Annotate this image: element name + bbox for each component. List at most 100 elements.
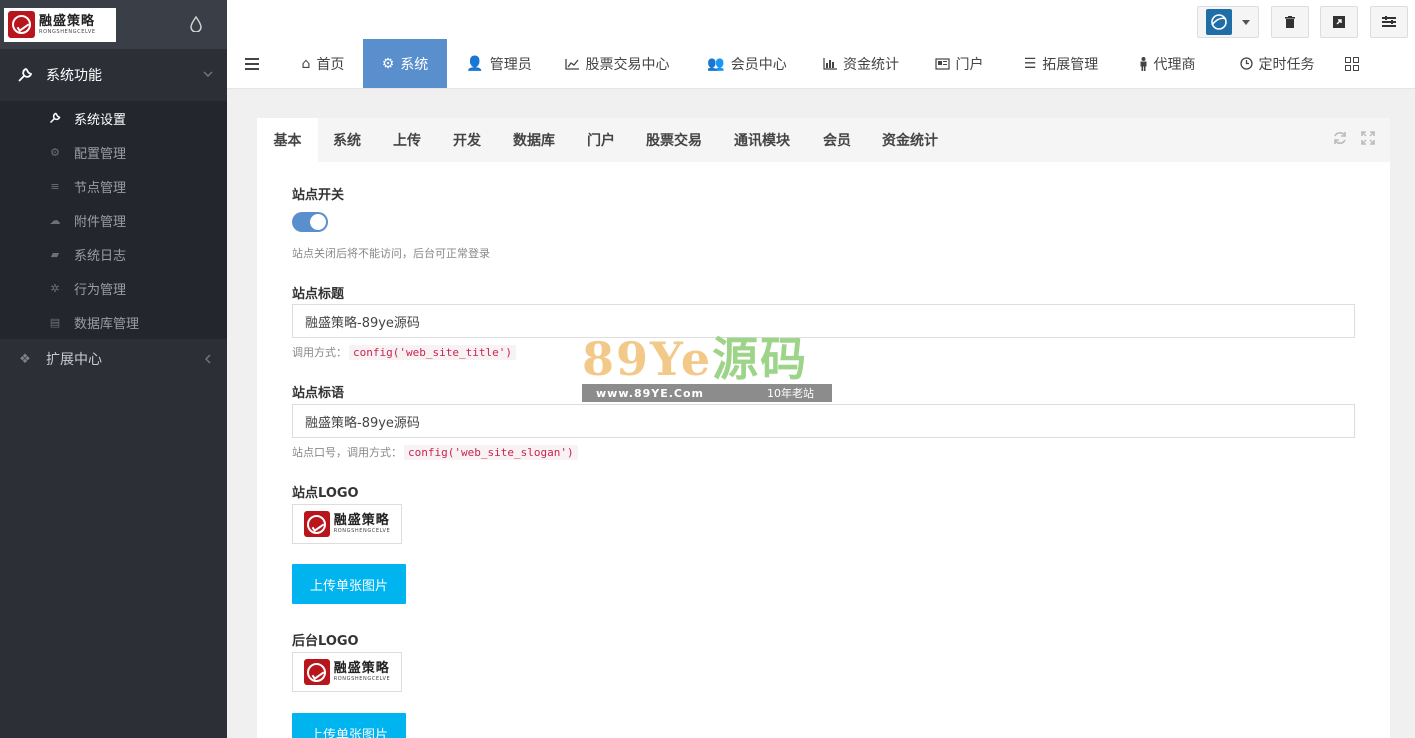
- admin-logo-label: 后台LOGO: [292, 634, 359, 649]
- wrench-icon: [16, 66, 34, 84]
- sidebar-item-actions[interactable]: ✲ 行为管理: [0, 271, 227, 305]
- sidebar-item-config[interactable]: ⚙ 配置管理: [0, 135, 227, 169]
- site-slogan-value: 融盛策略-89ye源码: [305, 415, 420, 431]
- sliders-icon: [1382, 16, 1396, 27]
- nav-label: 代理商: [1153, 56, 1196, 73]
- tab-label: 股票交易: [646, 133, 702, 149]
- tab-label: 会员: [823, 133, 851, 149]
- sidebar-item-attachments[interactable]: ☁ 附件管理: [0, 203, 227, 237]
- logo-text-cn: 融盛策略: [39, 13, 96, 29]
- tab-label: 系统: [333, 133, 361, 149]
- tab-database[interactable]: 数据库: [498, 118, 570, 162]
- user-menu-button[interactable]: [1197, 6, 1259, 38]
- nav-more-button[interactable]: [1337, 39, 1367, 88]
- nav-fund-stats[interactable]: 资金统计: [811, 39, 911, 88]
- tab-label: 上传: [393, 133, 421, 149]
- logo-mark-icon: [303, 511, 330, 537]
- site-title-input[interactable]: 融盛策略-89ye源码: [292, 304, 1355, 338]
- open-frontend-button[interactable]: [1320, 6, 1358, 38]
- sidebar-item-label: 附件管理: [74, 214, 127, 230]
- sidebar-section-label: 扩展中心: [46, 352, 102, 368]
- nav-label: 门户: [955, 56, 984, 73]
- nav-label: 定时任务: [1258, 56, 1315, 73]
- nav-admins[interactable]: 👤 管理员: [457, 39, 541, 88]
- site-title-value: 融盛策略-89ye源码: [305, 315, 420, 331]
- tab-messaging[interactable]: 通讯模块: [720, 118, 804, 162]
- watermark-tag: 10年老站: [767, 387, 814, 400]
- home-icon: ⌂: [301, 55, 311, 72]
- top-bar: [227, 0, 1415, 39]
- app-logo[interactable]: 融盛策略 RONGSHENGCELVE: [4, 7, 116, 42]
- site-switch-label: 站点开关: [292, 188, 345, 203]
- tab-upload[interactable]: 上传: [378, 118, 436, 162]
- refresh-icon[interactable]: [1332, 130, 1348, 146]
- menu-icon: [245, 57, 259, 70]
- tab-label: 门户: [587, 133, 615, 149]
- site-slogan-input[interactable]: 融盛策略-89ye源码: [292, 404, 1355, 438]
- logo-mark-icon: [8, 11, 35, 38]
- logo-text-en: RONGSHENGCELVE: [39, 28, 96, 35]
- theme-drop-icon[interactable]: [190, 16, 202, 32]
- line-chart-icon: [564, 58, 580, 70]
- sidebar-item-logs[interactable]: ▰ 系统日志: [0, 237, 227, 271]
- tab-fund-stats[interactable]: 资金统计: [868, 118, 952, 162]
- sidebar-toggle-button[interactable]: [237, 39, 267, 88]
- caret-down-icon: [1242, 19, 1250, 25]
- site-title-code: config('web_site_title'): [349, 345, 516, 360]
- clock-icon: [1239, 57, 1253, 70]
- tab-portal[interactable]: 门户: [572, 118, 630, 162]
- chevron-left-icon: [205, 354, 211, 364]
- nav-system[interactable]: ⚙ 系统: [363, 39, 447, 88]
- tab-develop[interactable]: 开发: [438, 118, 496, 162]
- site-switch-toggle[interactable]: [292, 212, 328, 232]
- nav-members[interactable]: 👥 会员中心: [697, 39, 797, 88]
- upload-admin-logo-button[interactable]: 上传单张图片: [292, 713, 406, 738]
- avatar: [1206, 9, 1232, 35]
- newspaper-icon: [934, 57, 950, 70]
- cloud-upload-icon: ☁: [49, 213, 61, 227]
- site-logo-thumbnail[interactable]: 融盛策略 RONGSHENGCELVE: [292, 504, 402, 544]
- admin-logo-thumbnail[interactable]: 融盛策略 RONGSHENGCELVE: [292, 652, 402, 692]
- list-icon: ☰: [1023, 55, 1037, 72]
- nav-label: 资金统计: [843, 56, 899, 73]
- nav-label: 会员中心: [730, 56, 787, 73]
- nav-label: 拓展管理: [1042, 56, 1099, 73]
- nav-label: 管理员: [489, 56, 532, 73]
- sidebar-item-label: 节点管理: [74, 180, 127, 196]
- nav-stock-trading[interactable]: 股票交易中心: [557, 39, 677, 88]
- nav-portal[interactable]: 门户: [927, 39, 991, 88]
- site-slogan-code: config('web_site_slogan'): [404, 445, 578, 460]
- tab-system[interactable]: 系统: [318, 118, 376, 162]
- sidebar-item-system-settings[interactable]: 系统设置: [0, 101, 227, 135]
- cogs-icon: ⚙: [50, 145, 60, 159]
- watermark-url: www.89YE.Com: [596, 386, 705, 400]
- sidebar-section-system[interactable]: 系统功能: [0, 49, 227, 101]
- tab-member[interactable]: 会员: [808, 118, 866, 162]
- database-icon: ▤: [49, 315, 61, 329]
- nav-label: 首页: [316, 56, 345, 73]
- sidebar-submenu: 系统设置 ⚙ 配置管理 ≡ 节点管理 ☁ 附件管理 ▰ 系统日志 ✲ 行为管理 …: [0, 101, 227, 339]
- cubes-icon: ❖: [19, 351, 31, 367]
- nav-cron[interactable]: 定时任务: [1227, 39, 1327, 88]
- tab-label: 资金统计: [882, 133, 938, 149]
- nav-home[interactable]: ⌂ 首页: [282, 39, 364, 88]
- nav-extensions[interactable]: ☰ 拓展管理: [1011, 39, 1111, 88]
- tab-stock-trading[interactable]: 股票交易: [632, 118, 716, 162]
- module-nav: ⌂ 首页 ⚙ 系统 👤 管理员 股票交易中心 👥 会员中心 资金统计 门户 ☰ 拓展管理 …: [227, 39, 1415, 89]
- sidebar-item-nodes[interactable]: ≡ 节点管理: [0, 169, 227, 203]
- bar-chart-icon: [823, 57, 837, 70]
- upload-site-logo-button[interactable]: 上传单张图片: [292, 564, 406, 604]
- site-switch-help: 站点关闭后将不能访问，后台可正常登录: [292, 247, 490, 260]
- tab-label: 开发: [453, 133, 481, 149]
- settings-panel-button[interactable]: [1370, 6, 1408, 38]
- clear-cache-button[interactable]: [1271, 6, 1309, 38]
- tab-basic[interactable]: 基本: [257, 118, 318, 162]
- sidebar-section-extensions[interactable]: ❖ 扩展中心: [0, 339, 227, 379]
- help-text: 站点口号，调用方式：: [292, 446, 402, 459]
- expand-icon[interactable]: [1360, 130, 1376, 146]
- nav-agents[interactable]: 代理商: [1127, 39, 1207, 88]
- grid-icon: [1345, 56, 1359, 71]
- site-slogan-help: 站点口号，调用方式： config('web_site_slogan'): [292, 444, 578, 460]
- sidebar-item-database[interactable]: ▤ 数据库管理: [0, 305, 227, 339]
- user-icon: 👤: [466, 55, 484, 72]
